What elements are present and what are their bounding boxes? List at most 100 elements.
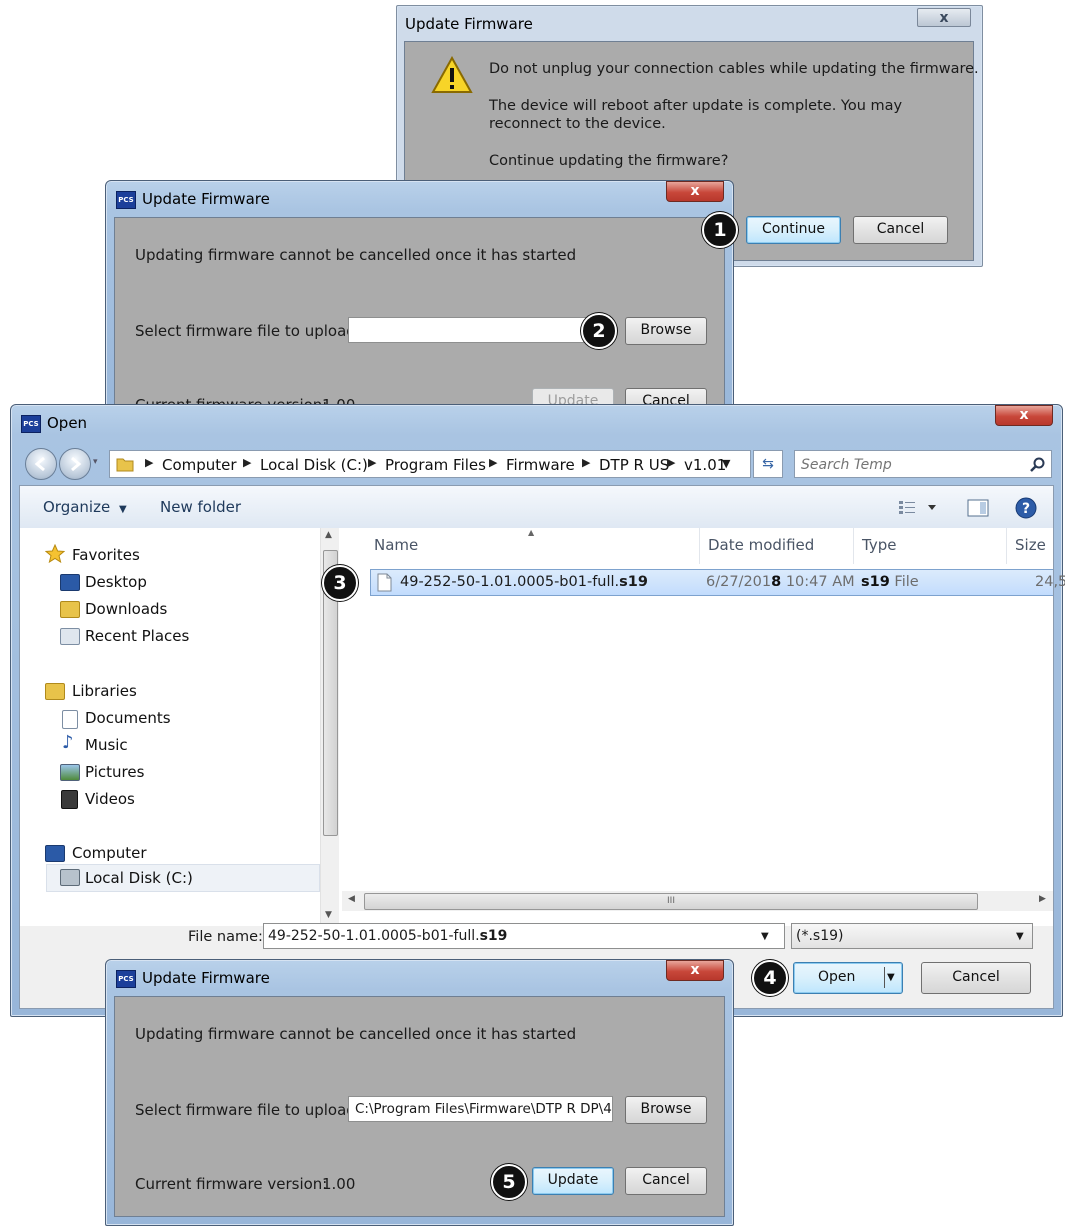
confirm-line1: Do not unplug your connection cables whi… [489, 61, 979, 77]
breadcrumb-separator-icon: ▶ [368, 456, 377, 469]
update-bottom-select-label: Select firmware file to upload: [135, 1101, 361, 1119]
nav-downloads[interactable]: Downloads [85, 600, 167, 618]
view-options-icon[interactable] [898, 500, 938, 514]
breadcrumb-dtp[interactable]: DTP R US [599, 456, 669, 474]
update-top-file-input[interactable] [348, 317, 608, 343]
nav-local-disk[interactable]: Local Disk (C:) [85, 869, 193, 887]
back-button[interactable] [25, 448, 57, 480]
confirm-close-button[interactable]: x [917, 8, 971, 27]
preview-pane-icon[interactable] [967, 499, 989, 517]
update-button[interactable]: Update [532, 1167, 614, 1195]
libraries-icon [45, 683, 65, 700]
filetype-select[interactable]: (*.s19) ▼ [791, 923, 1033, 949]
pictures-icon [60, 764, 80, 781]
open-dialog-body: Organize ▼ New folder ? Favorites Deskto… [19, 485, 1065, 1009]
documents-icon [62, 710, 78, 729]
column-headers: ▲ Name Date modified Type Size [342, 528, 1053, 564]
breadcrumb-computer[interactable]: Computer [162, 456, 237, 474]
file-row-selected[interactable]: 49-252-50-1.01.0005-b01-full.s19 6/27/20… [370, 569, 1065, 596]
scroll-up-icon[interactable]: ▲ [325, 530, 332, 540]
address-bar[interactable]: ▶ Computer ▶ Local Disk (C:) ▶ Program F… [109, 450, 751, 478]
file-time: 10:47 AM [785, 574, 855, 590]
file-icon [377, 573, 392, 592]
nav-documents[interactable]: Documents [85, 709, 171, 727]
favorites-star-icon [45, 544, 65, 563]
organize-label: Organize [43, 498, 111, 516]
update-bottom-cancel-button[interactable]: Cancel [625, 1167, 707, 1195]
callout-2: 2 [581, 313, 617, 349]
update-bottom-file-input[interactable]: C:\Program Files\Firmware\DTP R DP\4 [348, 1096, 613, 1122]
scroll-left-icon[interactable]: ◀ [348, 894, 355, 904]
filename-dropdown-icon[interactable]: ▼ [761, 924, 769, 948]
nav-videos[interactable]: Videos [85, 790, 135, 808]
app-icon: PCS [21, 415, 41, 433]
continue-button[interactable]: Continue [746, 216, 841, 244]
callout-1: 1 [702, 212, 738, 248]
search-box[interactable] [794, 450, 1052, 478]
update-top-close-button[interactable]: x [666, 181, 724, 202]
scroll-grip-icon: III [667, 896, 675, 906]
computer-icon [45, 845, 65, 862]
open-button[interactable]: Open ▼ [793, 962, 903, 994]
scroll-down-icon[interactable]: ▼ [325, 910, 332, 920]
filetype-value: (*.s19) [796, 928, 844, 944]
command-bar: Organize ▼ New folder ? [20, 486, 1053, 529]
horizontal-scroll-thumb[interactable]: III [364, 893, 978, 910]
new-folder-button[interactable]: New folder [160, 498, 241, 516]
nav-libraries[interactable]: Libraries [72, 682, 137, 700]
breadcrumb-program-files[interactable]: Program Files [385, 456, 486, 474]
column-size[interactable]: Size [1015, 536, 1046, 554]
filename-input[interactable]: 49-252-50-1.01.0005-b01-full.s19 ▼ [263, 923, 785, 949]
open-dialog: PCS Open x ▾ ▶ Computer ▶ Local Disk (C:… [10, 404, 1065, 1017]
nav-desktop[interactable]: Desktop [85, 573, 147, 591]
breadcrumb-local-disk[interactable]: Local Disk (C:) [260, 456, 368, 474]
navigation-pane: Favorites Desktop Downloads Recent Place… [20, 528, 342, 926]
column-name[interactable]: Name [374, 536, 418, 554]
help-icon[interactable]: ? [1015, 497, 1037, 519]
open-close-button[interactable]: x [995, 405, 1053, 426]
filetype-dropdown-icon: ▼ [1016, 931, 1024, 942]
breadcrumb-firmware[interactable]: Firmware [506, 456, 575, 474]
callout-5: 5 [491, 1164, 527, 1200]
update-bottom-close-button[interactable]: x [666, 960, 724, 981]
forward-button[interactable] [59, 448, 91, 480]
nav-computer[interactable]: Computer [72, 844, 147, 862]
local-disk-icon [60, 869, 80, 886]
confirm-cancel-button[interactable]: Cancel [853, 216, 948, 244]
column-type[interactable]: Type [862, 536, 896, 554]
file-name-ext: s19 [619, 574, 648, 590]
horizontal-scrollbar[interactable]: ◀ III ▶ [342, 891, 1053, 911]
open-split-dropdown-icon[interactable]: ▼ [887, 963, 895, 992]
update-dialog-top-title: Update Firmware [142, 190, 270, 208]
breadcrumb-dropdown-icon[interactable]: ▼ [722, 457, 730, 470]
search-input[interactable] [799, 454, 1023, 476]
file-type-ext: s19 [861, 574, 890, 590]
nav-music[interactable]: Music [85, 736, 128, 754]
refresh-button[interactable]: ⇆ [753, 450, 783, 478]
nav-favorites[interactable]: Favorites [72, 546, 140, 564]
organize-menu[interactable]: Organize ▼ [43, 498, 127, 516]
update-bottom-browse-button[interactable]: Browse [625, 1096, 707, 1124]
nav-pictures[interactable]: Pictures [85, 763, 144, 781]
breadcrumb-separator-icon: ▶ [582, 456, 591, 469]
update-dialog-bottom: PCS Update Firmware x Updating firmware … [105, 959, 734, 1226]
update-dialog-bottom-title: Update Firmware [142, 969, 270, 987]
column-date-modified[interactable]: Date modified [708, 536, 814, 554]
svg-text:?: ? [1022, 501, 1030, 517]
music-icon: ♪ [62, 732, 74, 753]
scroll-right-icon[interactable]: ▶ [1039, 894, 1046, 904]
update-bottom-version-label: Current firmware version: [135, 1175, 328, 1193]
app-icon: PCS [116, 191, 136, 209]
app-icon: PCS [116, 970, 136, 988]
warning-icon [431, 56, 473, 93]
breadcrumb-version[interactable]: v1.01 [684, 456, 726, 474]
refresh-icon: ⇆ [762, 456, 774, 472]
recent-pages-chevron-icon[interactable]: ▾ [93, 457, 98, 467]
open-dialog-title: Open [47, 414, 88, 432]
open-cancel-button[interactable]: Cancel [921, 962, 1031, 994]
update-top-browse-button[interactable]: Browse [625, 317, 707, 345]
update-bottom-body: Updating firmware cannot be cancelled on… [114, 996, 725, 1217]
nav-recent-places[interactable]: Recent Places [85, 627, 189, 645]
breadcrumb-separator-icon: ▶ [489, 456, 498, 469]
chevron-down-icon: ▼ [118, 504, 127, 515]
